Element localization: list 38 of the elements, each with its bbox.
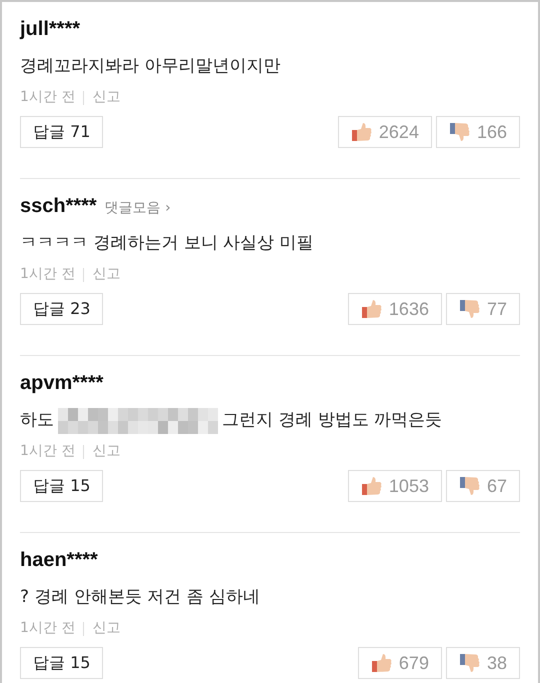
timestamp: 1시간 전 bbox=[20, 442, 76, 461]
thumbs-up-icon bbox=[360, 476, 383, 496]
timestamp: 1시간 전 bbox=[20, 88, 76, 107]
like-button[interactable]: 2624 bbox=[338, 116, 432, 148]
thumbs-up-icon bbox=[370, 653, 393, 673]
comment-text: 그런지 경례 방법도 까먹은듯 bbox=[222, 409, 442, 432]
username[interactable]: ssch**** bbox=[20, 191, 97, 221]
thumbs-up-icon bbox=[350, 122, 373, 142]
thumbs-up-icon bbox=[360, 299, 383, 319]
report-link[interactable]: 신고 bbox=[92, 264, 120, 285]
like-button[interactable]: 679 bbox=[358, 647, 442, 679]
report-link[interactable]: 신고 bbox=[92, 87, 120, 108]
like-button[interactable]: 1636 bbox=[348, 293, 442, 325]
reply-button[interactable]: 답글 15 bbox=[20, 470, 104, 502]
thumbs-down-icon bbox=[458, 653, 481, 673]
username[interactable]: haen**** bbox=[20, 545, 98, 575]
comment-text: ㅋㅋㅋㅋ 경례하는거 보니 사실상 미필 bbox=[20, 232, 314, 256]
thumbs-down-icon bbox=[458, 476, 481, 496]
reply-button[interactable]: 답글 71 bbox=[20, 116, 104, 148]
comment-text: 경례꼬라지봐라 아무리말년이지만 bbox=[20, 55, 280, 78]
comment-collection-link[interactable]: 댓글모음 › bbox=[104, 198, 171, 219]
thumbs-down-icon bbox=[448, 122, 471, 142]
username[interactable]: apvm**** bbox=[20, 368, 104, 398]
timestamp: 1시간 전 bbox=[20, 265, 76, 284]
dislike-button[interactable]: 67 bbox=[446, 470, 520, 502]
comment-text: 하도 bbox=[20, 409, 54, 432]
dislike-button[interactable]: 38 bbox=[446, 647, 520, 679]
report-link[interactable]: 신고 bbox=[92, 441, 120, 462]
reply-button[interactable]: 답글 15 bbox=[20, 647, 104, 679]
dislike-button[interactable]: 166 bbox=[436, 116, 520, 148]
like-button[interactable]: 1053 bbox=[348, 470, 442, 502]
report-link[interactable]: 신고 bbox=[92, 618, 120, 639]
comment-text: ? 경례 안해본듯 저건 좀 심하네 bbox=[20, 586, 260, 610]
thumbs-down-icon bbox=[458, 299, 481, 319]
username[interactable]: jull**** bbox=[20, 14, 80, 44]
dislike-button[interactable]: 77 bbox=[446, 293, 520, 325]
timestamp: 1시간 전 bbox=[20, 619, 76, 638]
reply-button[interactable]: 답글 23 bbox=[20, 293, 104, 325]
